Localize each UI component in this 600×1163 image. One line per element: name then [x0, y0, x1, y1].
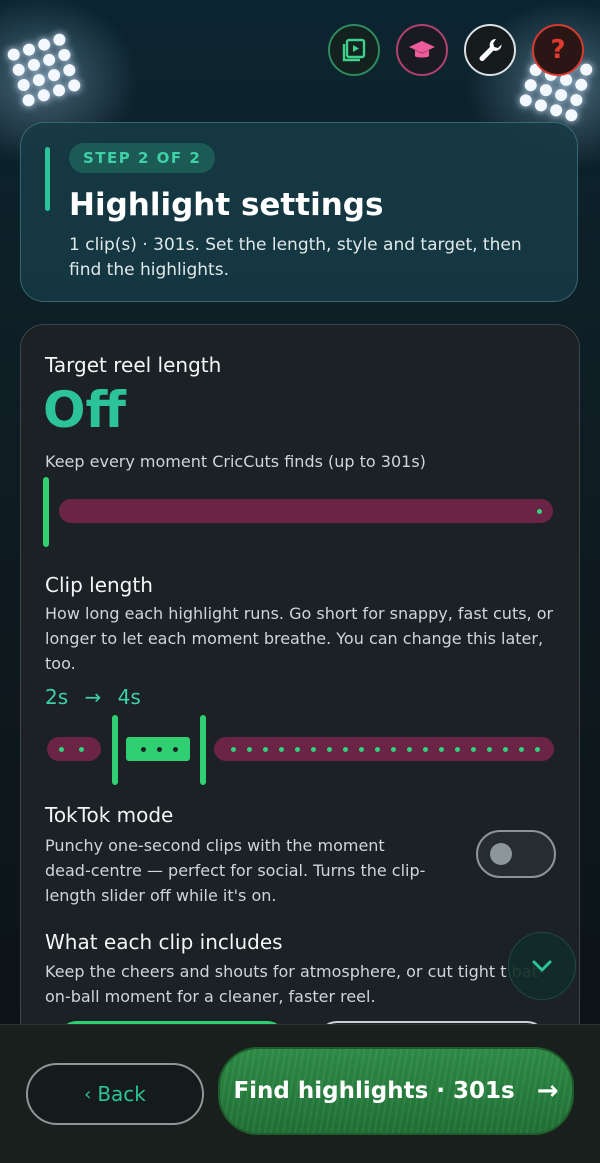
- video-library-button[interactable]: [328, 24, 380, 76]
- find-highlights-button[interactable]: Find highlights · 301s →: [218, 1047, 574, 1135]
- page-subtitle: 1 clip(s) · 301s. Set the length, style …: [69, 235, 522, 280]
- header-accent-bar: [45, 147, 50, 211]
- arrow-right-icon: →: [536, 1076, 559, 1106]
- settings-card: Target reel length Off Keep every moment…: [20, 324, 580, 1084]
- clip-slider-dot: [157, 747, 162, 752]
- clip-slider-dot: [455, 747, 460, 752]
- clip-slider-dot: [79, 747, 84, 752]
- clip-slider-dot: [295, 747, 300, 752]
- back-label: Back: [97, 1082, 146, 1106]
- clip-slider-dot: [141, 747, 146, 752]
- clip-slider-dot: [391, 747, 396, 752]
- clip-slider-max-handle[interactable]: [200, 715, 206, 785]
- clip-slider-dot: [503, 747, 508, 752]
- target-slider-track: [59, 499, 553, 523]
- clip-slider-dot: [375, 747, 380, 752]
- top-toolbar: ?: [328, 24, 584, 76]
- toktok-title: TokTok mode: [45, 803, 174, 827]
- target-length-value: Off: [43, 381, 127, 439]
- page-title: Highlight settings: [69, 187, 384, 223]
- range-arrow-icon: →: [84, 685, 102, 709]
- clip-length-desc: How long each highlight runs. Go short f…: [45, 604, 554, 673]
- bottom-action-bar: ‹ Back Find highlights · 301s →: [0, 1024, 600, 1163]
- tutorial-button[interactable]: [396, 24, 448, 76]
- question-icon: ?: [550, 35, 566, 65]
- tools-button[interactable]: [464, 24, 516, 76]
- clip-slider-dot: [519, 747, 524, 752]
- clip-slider-dot: [535, 747, 540, 752]
- clip-slider-dot: [439, 747, 444, 752]
- clip-slider-dot: [327, 747, 332, 752]
- clip-slider-dot: [343, 747, 348, 752]
- clip-length-min: 2s: [45, 685, 69, 709]
- clip-includes-title: What each clip includes: [45, 930, 283, 954]
- clip-slider-dot: [471, 747, 476, 752]
- clip-slider-track-left: [47, 737, 101, 761]
- scroll-down-button[interactable]: [508, 932, 576, 1000]
- target-length-title: Target reel length: [45, 353, 222, 377]
- clip-includes-desc: Keep the cheers and shouts for atmospher…: [45, 962, 544, 1006]
- clip-slider-dot: [247, 747, 252, 752]
- clip-slider-dot: [487, 747, 492, 752]
- chevron-left-icon: ‹: [84, 1083, 92, 1105]
- toggle-knob: [490, 843, 512, 865]
- toktok-desc: Punchy one-second clips with the moment …: [45, 836, 426, 905]
- clip-slider-dot: [311, 747, 316, 752]
- clip-length-max: 4s: [117, 685, 141, 709]
- target-length-slider[interactable]: [43, 477, 557, 549]
- clip-slider-dot: [59, 747, 64, 752]
- target-slider-handle[interactable]: [43, 477, 49, 547]
- find-highlights-label: Find highlights · 301s: [233, 1078, 515, 1104]
- step-header-card: STEP 2 OF 2 Highlight settings 1 clip(s)…: [20, 122, 578, 302]
- clip-slider-min-handle[interactable]: [112, 715, 118, 785]
- clip-slider-dot: [359, 747, 364, 752]
- help-button[interactable]: ?: [532, 24, 584, 76]
- clip-length-title: Clip length: [45, 573, 153, 597]
- clip-slider-dot: [231, 747, 236, 752]
- graduation-cap-icon: [409, 41, 435, 58]
- target-slider-end-dot: [537, 509, 542, 514]
- chevron-down-icon: [532, 960, 552, 972]
- clip-slider-dot: [423, 747, 428, 752]
- clip-slider-dot: [407, 747, 412, 752]
- target-length-desc: Keep every moment CricCuts finds (up to …: [45, 452, 426, 471]
- wrench-icon: [479, 38, 502, 62]
- play-library-icon: [342, 38, 366, 62]
- toktok-toggle[interactable]: [476, 830, 556, 878]
- clip-length-range: 2s → 4s: [45, 685, 141, 709]
- clip-length-slider[interactable]: [47, 715, 557, 787]
- step-badge: STEP 2 OF 2: [69, 143, 216, 173]
- clip-slider-dot: [173, 747, 178, 752]
- clip-slider-dot: [263, 747, 268, 752]
- back-button[interactable]: ‹ Back: [26, 1063, 204, 1125]
- clip-slider-dot: [279, 747, 284, 752]
